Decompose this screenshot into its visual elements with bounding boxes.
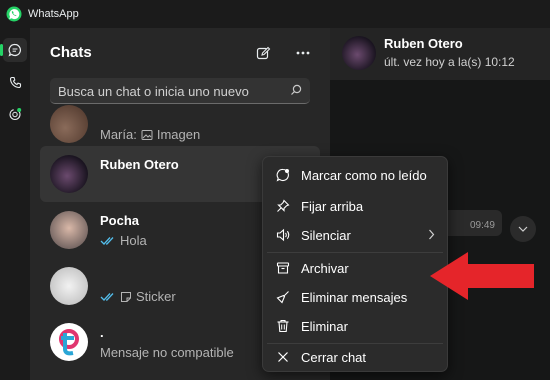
avatar (50, 323, 88, 361)
rail-calls-button[interactable] (3, 70, 27, 94)
logo-t-icon (59, 329, 79, 356)
navigation-rail (0, 28, 30, 380)
speaker-icon (276, 228, 289, 242)
menu-close-chat[interactable]: Cerrar chat (267, 343, 443, 371)
chat-bubble-icon (8, 43, 21, 57)
menu-archive[interactable]: Archivar (267, 254, 443, 282)
menu-mute[interactable]: Silenciar (267, 221, 443, 249)
search-icon[interactable] (290, 84, 302, 96)
menu-item-label: Archivar (301, 260, 349, 276)
menu-item-label: Cerrar chat (301, 349, 367, 365)
menu-item-label: Silenciar (301, 227, 351, 243)
app-title: WhatsApp (28, 8, 79, 20)
menu-pin[interactable]: Fijar arriba (267, 192, 443, 220)
avatar (50, 155, 88, 193)
avatar (50, 267, 88, 305)
chat-preview: María: Imagen (100, 127, 201, 142)
more-icon (296, 51, 310, 55)
chat-preview: Hola (100, 233, 147, 248)
unread-icon (276, 168, 289, 182)
avatar (50, 105, 88, 143)
menu-item-label: Eliminar (301, 318, 348, 334)
menu-separator (267, 252, 443, 253)
chat-name: . (100, 325, 104, 340)
menu-item-label: Fijar arriba (301, 198, 364, 214)
trash-icon (277, 319, 289, 333)
message-bubble[interactable]: 09:49 (440, 210, 502, 236)
menu-delete[interactable]: Eliminar (267, 312, 443, 340)
title-bar: WhatsApp (0, 0, 550, 28)
chat-name: Ruben Otero (100, 157, 179, 172)
scroll-down-button[interactable] (510, 216, 536, 242)
chat-preview: Sticker (100, 289, 176, 304)
chevron-down-icon (518, 226, 528, 232)
menu-item-label: Marcar como no leído (301, 167, 427, 183)
avatar (50, 211, 88, 249)
archive-icon (276, 262, 290, 274)
menu-mark-unread[interactable]: Marcar como no leído (267, 161, 443, 189)
avatar[interactable] (342, 36, 376, 70)
message-time: 09:49 (469, 220, 495, 231)
double-check-icon (100, 236, 114, 245)
conversation-header[interactable]: Ruben Otero últ. vez hoy a la(s) 10:12 (330, 28, 550, 80)
chat-name: Pocha (100, 213, 140, 228)
annotation-arrow-icon (430, 252, 534, 300)
whatsapp-logo-icon (6, 6, 22, 22)
status-icon (9, 108, 22, 121)
compose-icon (256, 46, 270, 59)
last-seen-status: últ. vez hoy a la(s) 10:12 (384, 55, 515, 69)
chat-context-menu: Marcar como no leído Fijar arriba Silenc… (262, 156, 448, 372)
new-chat-button[interactable] (253, 43, 273, 63)
rail-chats-button[interactable] (0, 38, 27, 62)
menu-clear-messages[interactable]: Eliminar mensajes (267, 283, 443, 311)
pin-icon (277, 199, 290, 212)
chat-list-item[interactable]: María: Imagen (40, 96, 320, 152)
image-icon (141, 129, 153, 140)
phone-icon (9, 76, 21, 88)
broom-icon (276, 291, 289, 304)
double-check-icon (100, 292, 114, 301)
close-icon (278, 352, 288, 362)
sticker-icon (121, 291, 131, 302)
chevron-right-icon (429, 229, 435, 240)
more-options-button[interactable] (293, 43, 313, 63)
chat-preview: Mensaje no compatible (100, 345, 234, 360)
rail-status-button[interactable] (3, 102, 27, 126)
contact-name: Ruben Otero (384, 36, 463, 51)
menu-item-label: Eliminar mensajes (301, 289, 408, 305)
chats-title: Chats (50, 44, 92, 61)
